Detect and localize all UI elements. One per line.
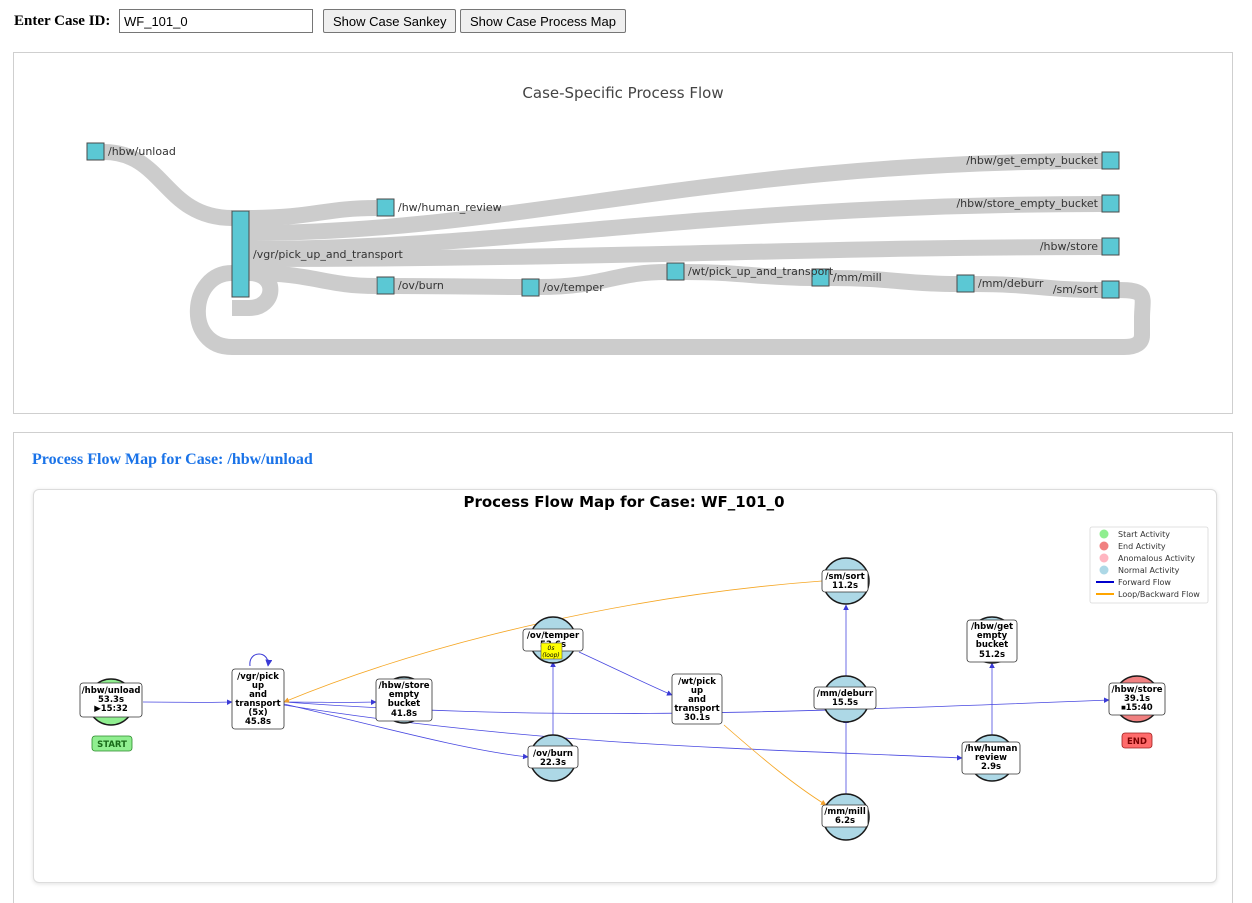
sankey-node-store[interactable] — [1102, 238, 1119, 255]
sankey-node-temper[interactable] — [522, 279, 539, 296]
node-label: ⏹15:40 — [1121, 703, 1152, 713]
show-case-process-map-button[interactable]: Show Case Process Map — [460, 9, 626, 33]
sankey-panel: Case-Specific Process Flow — [13, 52, 1233, 414]
node-label: 15.5s — [832, 698, 858, 708]
node-label: 41.8s — [391, 709, 417, 719]
start-badge-label: START — [97, 740, 127, 750]
sankey-node-getempty[interactable] — [1102, 152, 1119, 169]
sankey-label: /hbw/store — [1040, 240, 1098, 253]
sankey-node-vgr[interactable] — [232, 211, 249, 297]
sankey-node-deburr[interactable] — [957, 275, 974, 292]
legend-label: End Activity — [1118, 542, 1166, 551]
node-label: bucket — [976, 640, 1008, 650]
sankey-label: /sm/sort — [1053, 283, 1099, 296]
node-label: ▶15:32 — [94, 704, 128, 714]
node-label: 51.2s — [979, 650, 1005, 660]
legend-label: Normal Activity — [1118, 566, 1180, 575]
end-badge: END — [1122, 733, 1152, 748]
node-label: 2.9s — [981, 762, 1001, 772]
end-badge-label: END — [1127, 737, 1147, 747]
legend-marker — [1100, 566, 1109, 575]
process-map-figure: Process Flow Map for Case: WF_101_0 — [33, 489, 1217, 883]
sankey-link — [249, 208, 376, 218]
legend-marker — [1100, 530, 1109, 539]
sankey-label: /mm/mill — [833, 271, 882, 284]
self-loop-edge — [250, 654, 268, 666]
loop-badge-label: (loop) — [542, 652, 560, 659]
case-controls: Enter Case ID: Show Case Sankey Show Cas… — [14, 8, 1234, 34]
temper-loop-badge: 0s (loop) — [541, 643, 562, 659]
process-map-svg: Process Flow Map for Case: WF_101_0 — [34, 490, 1216, 882]
sankey-label: /hbw/get_empty_bucket — [966, 154, 1098, 167]
sankey-label: /wt/pick_up_and_transport — [688, 265, 834, 278]
legend: Start Activity End Activity Anomalous Ac… — [1090, 527, 1208, 603]
node-labels: /hbw/unload 53.3s ▶15:32 /vgr/pick up an… — [82, 572, 1163, 826]
process-map-panel: Process Flow Map for Case: /hbw/unload P… — [13, 432, 1233, 903]
sankey-label: /ov/burn — [398, 279, 444, 292]
loop-badge-time: 0s — [548, 645, 555, 652]
sankey-title: Case-Specific Process Flow — [522, 84, 723, 102]
sankey-node-sort[interactable] — [1102, 281, 1119, 298]
legend-label: Forward Flow — [1118, 578, 1171, 587]
legend-label: Start Activity — [1118, 530, 1170, 539]
sankey-node-burn[interactable] — [377, 277, 394, 294]
sankey-label: /mm/deburr — [978, 277, 1044, 290]
legend-marker — [1100, 542, 1109, 551]
process-map-title: Process Flow Map for Case: WF_101_0 — [463, 493, 784, 511]
node-label: bucket — [388, 699, 420, 709]
sankey-node-review[interactable] — [377, 199, 394, 216]
sankey-link — [104, 152, 232, 218]
case-id-input[interactable] — [119, 9, 313, 33]
start-badge: START — [92, 736, 132, 751]
sankey-label: /ov/temper — [543, 281, 604, 294]
sankey-label: /hbw/store_empty_bucket — [956, 197, 1098, 210]
legend-label: Loop/Backward Flow — [1118, 590, 1200, 599]
sankey-label: /hw/human_review — [398, 201, 502, 214]
loop-edge — [724, 725, 826, 805]
legend-label: Anomalous Activity — [1118, 554, 1195, 563]
case-id-label: Enter Case ID: — [14, 13, 110, 30]
legend-marker — [1100, 554, 1109, 563]
sankey-label: /vgr/pick_up_and_transport — [253, 248, 404, 261]
edge — [579, 652, 672, 695]
sankey-node-wt[interactable] — [667, 263, 684, 280]
sankey-node-unload[interactable] — [87, 143, 104, 160]
show-case-sankey-button[interactable]: Show Case Sankey — [323, 9, 456, 33]
sankey-node-storeempty[interactable] — [1102, 195, 1119, 212]
node-label: 6.2s — [835, 816, 855, 826]
node-label: 22.3s — [540, 758, 566, 768]
node-label: 30.1s — [684, 713, 710, 723]
node-label: 11.2s — [832, 581, 858, 591]
node-label: 45.8s — [245, 717, 271, 727]
sankey-label: /hbw/unload — [108, 145, 176, 158]
process-map-heading: Process Flow Map for Case: /hbw/unload — [32, 451, 313, 469]
sankey-chart: Case-Specific Process Flow — [14, 53, 1232, 413]
